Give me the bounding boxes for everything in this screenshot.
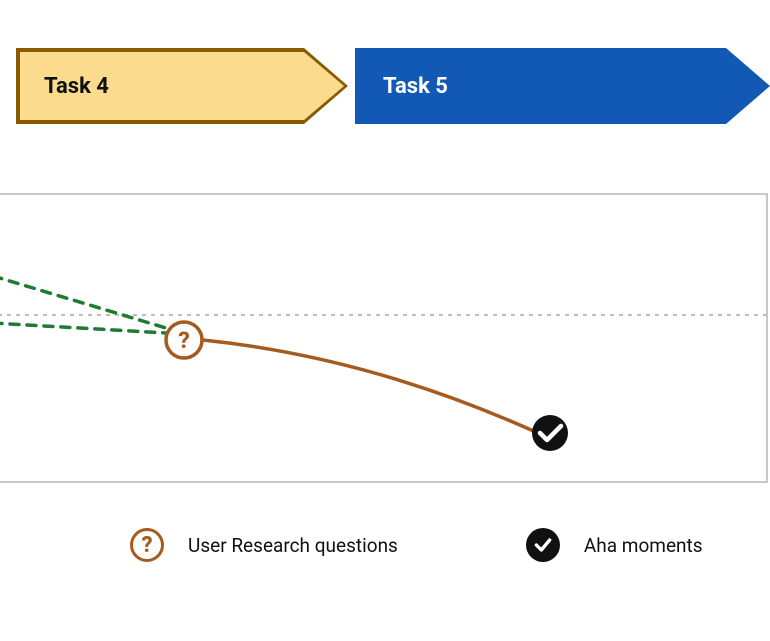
task-arrow-5: Task 5 [355,48,770,124]
question-icon-glyph: ? [141,533,152,558]
legend-research-label: User Research questions [188,534,398,557]
legend-item-aha: Aha moments [526,528,703,562]
legend: ? User Research questions Aha moments [0,520,770,570]
trend-dash-upper [0,276,166,328]
emotion-curve [203,340,538,433]
task-arrow-4-fill: Task 4 [20,52,344,120]
question-icon: ? [130,528,164,562]
question-marker: ? [166,322,202,358]
chart-svg: ? [0,193,770,483]
task-4-label: Task 4 [44,74,109,99]
task-arrow-4: Task 4 [16,48,348,124]
task-arrow-row: Task 4 Task 5 [0,48,770,138]
check-icon [526,528,560,562]
task-5-label: Task 5 [383,74,448,99]
legend-aha-label: Aha moments [584,534,703,557]
task-arrow-5-fill: Task 5 [355,48,770,124]
question-glyph: ? [178,327,190,354]
check-marker [532,415,568,451]
legend-item-research: ? User Research questions [130,528,398,562]
check-icon-svg [533,535,553,555]
trend-dash-lower [0,323,166,333]
